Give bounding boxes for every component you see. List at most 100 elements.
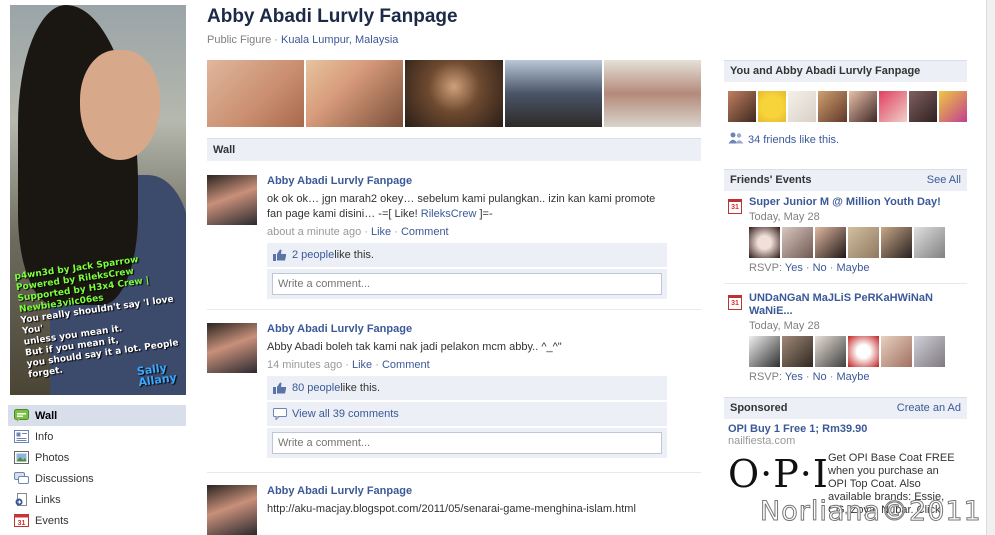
profile-picture[interactable]: p4wn3d by Jack Sparrow Powered by Rileks… [10, 5, 186, 395]
scrollbar[interactable] [986, 0, 995, 535]
event-item: 31 Super Junior M @ Million Youth Day! T… [724, 196, 967, 274]
left-column: p4wn3d by Jack Sparrow Powered by Rileks… [0, 0, 190, 535]
event-item: 31 UNDaNGaN MaJLiS PeRKaHWiNaN WaNiE... … [724, 292, 967, 383]
friend-avatar[interactable] [938, 91, 967, 122]
comment-bubble-icon [273, 408, 287, 421]
attendee-avatar[interactable] [848, 227, 879, 258]
attendee-avatar[interactable] [815, 227, 846, 258]
post-message-text: ]=- [476, 208, 493, 220]
likes-count-link[interactable]: 2 people [292, 249, 334, 261]
photo-thumbnail[interactable] [306, 60, 404, 127]
attendee-avatar[interactable] [848, 336, 879, 367]
post-author-link[interactable]: Abby Abadi Lurvly Fanpage [267, 485, 667, 497]
friend-avatar[interactable] [878, 91, 907, 122]
comment-link[interactable]: Comment [382, 359, 430, 371]
view-all-comments-link[interactable]: View all 39 comments [292, 408, 399, 420]
sponsored-title: Sponsored [730, 402, 788, 414]
post-timestamp[interactable]: about a minute ago [267, 226, 361, 238]
post-author-avatar[interactable] [207, 485, 257, 535]
create-ad-link[interactable]: Create an Ad [897, 402, 961, 415]
nav-item-wall[interactable]: Wall [8, 405, 186, 426]
post-message: Abby Abadi boleh tak kami nak jadi pelak… [267, 341, 562, 353]
nav-item-events[interactable]: 31 Events [8, 510, 186, 531]
nav-item-links[interactable]: Links [8, 489, 186, 510]
attendee-avatar[interactable] [914, 336, 945, 367]
see-all-link[interactable]: See All [927, 174, 961, 187]
friend-avatar[interactable] [848, 91, 877, 122]
comment-input[interactable] [272, 273, 662, 295]
photo-thumbnail[interactable] [207, 60, 305, 127]
post-author-avatar[interactable] [207, 175, 257, 225]
rsvp-label: RSVP: [749, 262, 783, 274]
photo-thumbnail[interactable] [603, 60, 702, 127]
nav-label: Photos [35, 451, 70, 464]
friend-avatar[interactable] [818, 91, 847, 122]
event-title-link[interactable]: Super Junior M @ Million Youth Day! [749, 196, 967, 209]
events-icon: 31 [14, 514, 29, 527]
event-title-link[interactable]: UNDaNGaN MaJLiS PeRKaHWiNaN WaNiE... [749, 292, 967, 318]
friends-thumbs [728, 91, 967, 122]
main-column: Abby Abadi Lurvly Fanpage Public Figure … [207, 0, 702, 535]
post-timestamp[interactable]: 14 minutes ago [267, 359, 342, 371]
nav-item-info[interactable]: Info [8, 426, 186, 447]
nav-item-discussions[interactable]: Discussions [8, 468, 186, 489]
discussions-icon [14, 472, 29, 485]
rsvp-yes-link[interactable]: Yes [785, 262, 803, 274]
page-title[interactable]: Abby Abadi Lurvly Fanpage [207, 6, 702, 28]
rsvp-label: RSVP: [749, 371, 783, 383]
post-url-link[interactable]: http://aku-macjay.blogspot.com/2011/05/s… [267, 502, 667, 517]
page-subtitle: Public Figure · Kuala Lumpur, Malaysia [207, 34, 399, 46]
attendee-avatar[interactable] [914, 227, 945, 258]
calendar-icon: 31 [728, 199, 742, 214]
friend-avatar[interactable] [908, 91, 937, 122]
comment-link[interactable]: Comment [401, 226, 449, 238]
left-nav: Wall Info Photos Discussions Links 31 Ev… [8, 405, 186, 531]
view-comments-row: View all 39 comments [267, 402, 667, 426]
event-rsvp: RSVP: Yes · No · Maybe [749, 262, 870, 274]
attendee-avatar[interactable] [782, 227, 813, 258]
events-box-title: Friends' Events [730, 174, 812, 186]
rsvp-maybe-link[interactable]: Maybe [836, 262, 869, 274]
friends-like-row: 34 friends like this. [728, 132, 967, 147]
attendee-avatar[interactable] [881, 227, 912, 258]
like-link[interactable]: Like [352, 359, 372, 371]
attendee-avatar[interactable] [881, 336, 912, 367]
friends-events-box: Friends' Events See All 31 Super Junior … [724, 169, 967, 383]
ad-domain: nailfiesta.com [728, 435, 796, 447]
attendee-avatar[interactable] [782, 336, 813, 367]
post-divider [207, 309, 701, 310]
events-box-header: Friends' Events See All [724, 169, 967, 191]
rsvp-no-link[interactable]: No [813, 371, 827, 383]
post-author-avatar[interactable] [207, 323, 257, 373]
nav-item-photos[interactable]: Photos [8, 447, 186, 468]
thumbs-up-icon [273, 249, 287, 261]
rsvp-yes-link[interactable]: Yes [785, 371, 803, 383]
rsvp-maybe-link[interactable]: Maybe [836, 371, 869, 383]
attendee-avatar[interactable] [749, 336, 780, 367]
ad-title-link[interactable]: OPI Buy 1 Free 1; Rm39.90 [728, 423, 963, 435]
post-author-link[interactable]: Abby Abadi Lurvly Fanpage [267, 323, 667, 335]
post-author-link[interactable]: Abby Abadi Lurvly Fanpage [267, 175, 667, 187]
attendee-avatar[interactable] [749, 227, 780, 258]
post-meta: about a minute ago · Like · Comment [267, 226, 449, 238]
nav-label: Info [35, 430, 54, 443]
photo-thumbnail[interactable] [504, 60, 602, 127]
friend-avatar[interactable] [758, 91, 787, 122]
nav-label: Discussions [35, 472, 94, 485]
like-link[interactable]: Like [371, 226, 391, 238]
friends-like-link[interactable]: 34 friends like this. [748, 134, 839, 146]
post-meta: 14 minutes ago · Like · Comment [267, 359, 430, 371]
page-location-link[interactable]: Kuala Lumpur, Malaysia [281, 34, 398, 46]
attendee-avatar[interactable] [815, 336, 846, 367]
sponsored-box-header: Sponsored Create an Ad [724, 397, 967, 419]
photo-thumbnail[interactable] [405, 60, 503, 127]
rsvp-no-link[interactable]: No [813, 262, 827, 274]
friend-avatar[interactable] [728, 91, 757, 122]
photos-icon [14, 451, 29, 464]
svg-text:31: 31 [18, 520, 26, 527]
likes-count-link[interactable]: 80 people [292, 382, 340, 394]
comment-input[interactable] [272, 432, 662, 454]
friend-avatar[interactable] [788, 91, 817, 122]
post-message-link[interactable]: RileksCrew [421, 208, 477, 220]
comment-box [267, 428, 667, 458]
